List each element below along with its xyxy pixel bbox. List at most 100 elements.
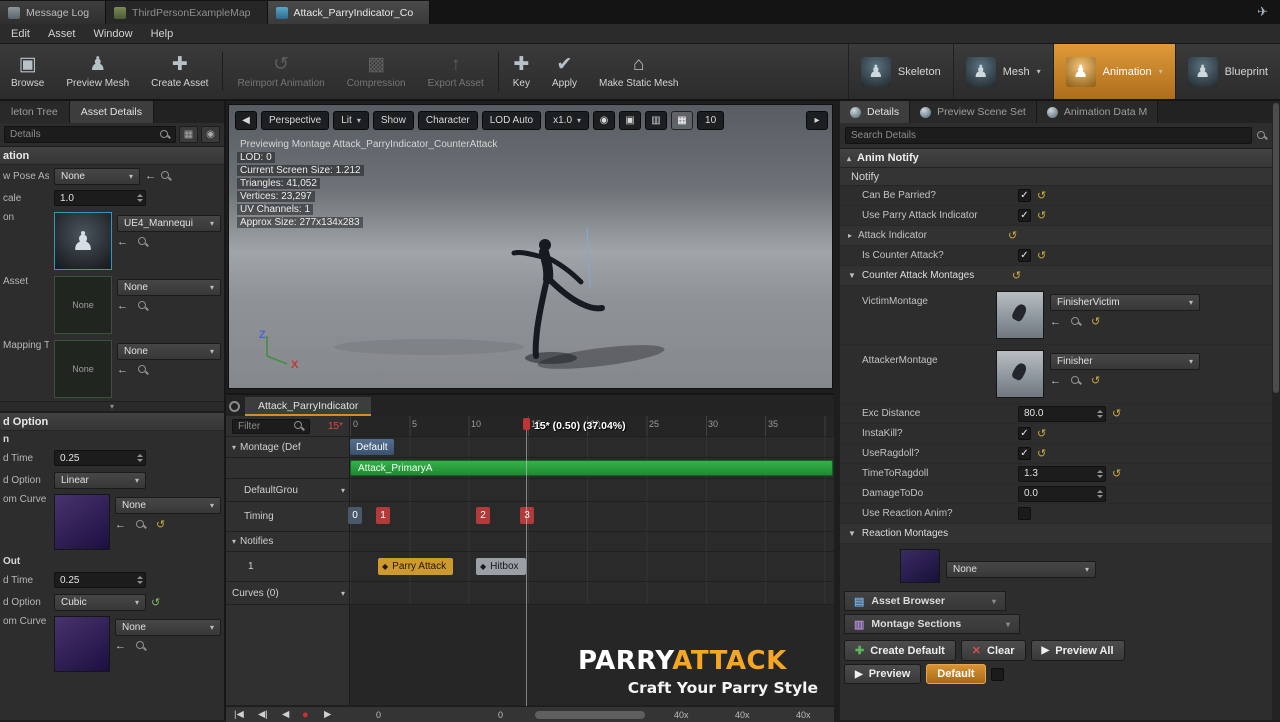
montage-track-header[interactable]: ▾ Montage (Def	[226, 437, 350, 457]
preview-all-button[interactable]: ▶ Preview All	[1030, 640, 1125, 661]
lod-dropdown[interactable]: LOD Auto	[481, 111, 542, 130]
browse-to-asset-icon[interactable]	[138, 365, 148, 375]
timing-marker-2[interactable]: 2	[476, 507, 490, 524]
browse-to-asset-icon[interactable]	[161, 171, 171, 181]
camera-icon[interactable]: ◉	[593, 111, 616, 130]
export-asset-button[interactable]: ↑ Export Asset	[417, 44, 495, 99]
skip-to-start-button[interactable]: |◀	[234, 709, 244, 720]
view-options-icon[interactable]: ▦	[179, 126, 198, 143]
default-group-header[interactable]: DefaultGrou ▾	[226, 479, 350, 501]
can-be-parried-checkbox[interactable]: ✓	[1018, 189, 1031, 202]
expander-icon[interactable]: ▾	[232, 537, 236, 546]
reset-to-default-icon[interactable]: ↺	[1037, 189, 1046, 202]
time-to-ragdoll-input[interactable]: 1.3	[1018, 465, 1106, 482]
expander-icon[interactable]: ▾	[232, 443, 236, 452]
skeleton-dropdown[interactable]: UE4_Mannequi ▾	[117, 215, 221, 232]
notify-hitbox[interactable]: ◆ Hitbox	[476, 558, 526, 575]
reset-to-default-icon[interactable]: ↺	[1091, 374, 1100, 387]
montage-slot-header[interactable]	[226, 458, 350, 478]
lit-dropdown[interactable]: Lit ▾	[333, 111, 369, 130]
grid-size-field[interactable]: 10	[697, 111, 725, 130]
notify-parry-attack[interactable]: ◆ Parry Attack	[378, 558, 454, 575]
spinner-icon[interactable]	[1092, 409, 1103, 418]
mapping-thumbnail[interactable]: None	[54, 340, 112, 398]
skeleton-thumbnail[interactable]: ♟	[54, 212, 112, 270]
reset-to-default-icon[interactable]: ↺	[1091, 315, 1100, 328]
timeline-filter-box[interactable]	[232, 418, 310, 434]
scrollbar-thumb[interactable]	[1273, 103, 1279, 393]
expander-icon[interactable]: ▸	[848, 231, 852, 240]
mode-blueprint-button[interactable]: ♟ Blueprint	[1174, 44, 1280, 99]
details-scrollbar[interactable]	[1272, 101, 1280, 720]
grid-toggle-icon[interactable]: ▦	[671, 111, 694, 130]
montage-section-lane[interactable]: Default	[350, 437, 834, 457]
instakill-checkbox[interactable]: ✓	[1018, 427, 1031, 440]
section-animation[interactable]: ation	[0, 146, 224, 165]
blend-in-curve-dropdown[interactable]: None ▾	[115, 497, 221, 514]
spinner-icon[interactable]	[132, 576, 143, 584]
blend-in-curve-thumbnail[interactable]	[54, 494, 110, 550]
search-icon[interactable]	[1257, 130, 1267, 141]
details-search-box[interactable]	[4, 126, 176, 143]
use-selected-icon[interactable]: ←	[115, 640, 126, 652]
use-selected-icon[interactable]: ←	[117, 364, 128, 376]
damage-to-do-input[interactable]: 0.0	[1018, 485, 1106, 502]
blend-in-option-dropdown[interactable]: Linear ▾	[54, 471, 146, 489]
use-parry-indicator-checkbox[interactable]: ✓	[1018, 209, 1031, 222]
browse-to-asset-icon[interactable]	[138, 301, 148, 311]
tab-message-log[interactable]: Message Log	[0, 1, 107, 24]
character-dropdown[interactable]: Character	[417, 111, 478, 130]
timing-lane[interactable]: 0 1 2 3	[348, 502, 834, 531]
use-selected-icon[interactable]: ←	[117, 300, 128, 312]
mode-skeleton-button[interactable]: ♟ Skeleton	[847, 44, 953, 99]
key-button[interactable]: ✚ Key	[502, 44, 541, 99]
browse-button[interactable]: ▣ Browse	[0, 44, 55, 99]
attack-indicator-row[interactable]: ▸ Attack Indicator ↺	[840, 226, 1272, 246]
mode-mesh-button[interactable]: ♟ Mesh ▾	[952, 44, 1053, 99]
details-search-box[interactable]	[845, 127, 1252, 144]
use-selected-icon[interactable]: ←	[1050, 375, 1061, 387]
tab-thirdperson-map[interactable]: ThirdPersonExampleMap	[106, 1, 268, 24]
curves-header[interactable]: Curves (0) ▾	[226, 582, 350, 604]
reaction-montages-row[interactable]: ▼ Reaction Montages	[840, 524, 1272, 544]
apply-button[interactable]: ✔ Apply	[541, 44, 588, 99]
preview-button[interactable]: ▶ Preview	[844, 664, 922, 684]
use-selected-icon[interactable]: ←	[145, 170, 156, 182]
browse-to-asset-icon[interactable]	[138, 237, 148, 247]
chevron-down-icon[interactable]: ▾	[341, 589, 345, 598]
expander-icon[interactable]: ▼	[848, 271, 856, 280]
snap-icon[interactable]: ▥	[645, 111, 668, 130]
category-notify[interactable]: Notify	[840, 168, 1272, 186]
timeline-filter-input[interactable]	[238, 420, 289, 432]
create-default-button[interactable]: ✚ Create Default	[844, 640, 956, 661]
timing-marker-3[interactable]: 3	[520, 507, 534, 524]
attacker-montage-dropdown[interactable]: Finisher ▾	[1050, 353, 1200, 370]
make-static-mesh-button[interactable]: ⌂ Make Static Mesh	[588, 44, 689, 99]
blend-out-time-input[interactable]: 0.25	[54, 572, 146, 588]
create-asset-button[interactable]: ✚ Create Asset	[140, 44, 219, 99]
section-loop-checkbox[interactable]	[990, 668, 1004, 681]
tab-preview-scene-settings[interactable]: Preview Scene Set	[910, 101, 1037, 123]
use-selected-icon[interactable]: ←	[115, 519, 126, 531]
playhead[interactable]	[523, 418, 530, 706]
compression-button[interactable]: ▩ Compression	[336, 44, 417, 99]
default-section-button[interactable]: Default	[926, 664, 986, 684]
tab-skeleton-tree[interactable]: leton Tree	[0, 101, 70, 123]
preview-asset-dropdown[interactable]: None ▾	[117, 279, 221, 296]
viewport-back-button[interactable]: ◀	[235, 111, 257, 130]
menu-edit[interactable]: Edit	[2, 25, 39, 43]
blend-out-curve-dropdown[interactable]: None ▾	[115, 619, 221, 636]
details-search-input[interactable]	[10, 129, 155, 140]
reset-to-default-icon[interactable]: ↺	[1112, 467, 1121, 480]
use-selected-icon[interactable]: ←	[1050, 316, 1061, 328]
playback-speed-dropdown[interactable]: x1.0 ▾	[545, 111, 590, 130]
send-feedback-icon[interactable]: ✈	[1257, 4, 1280, 24]
playhead-knob[interactable]	[523, 418, 530, 430]
tab-asset-details[interactable]: Asset Details	[69, 101, 154, 123]
timing-marker-1[interactable]: 1	[376, 507, 390, 524]
menu-window[interactable]: Window	[84, 25, 141, 43]
reset-to-default-icon[interactable]: ↺	[1012, 269, 1021, 282]
blend-out-option-dropdown[interactable]: Cubic ▾	[54, 593, 146, 611]
menu-help[interactable]: Help	[142, 25, 183, 43]
expander-icon[interactable]: ▼	[848, 529, 856, 538]
